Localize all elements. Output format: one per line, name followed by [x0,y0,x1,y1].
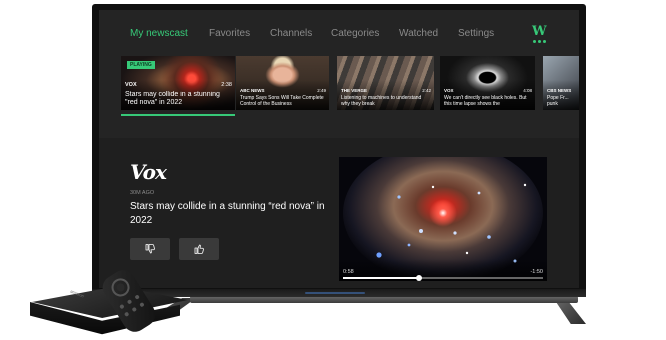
video-title: Trump Says Sons Will Take Complete Contr… [240,95,324,107]
story-time-ago: 30M AGO [130,190,155,196]
nav-item-my-newscast[interactable]: My newscast [130,28,188,39]
video-source: VOX [444,88,454,93]
product-shot: My newscast Favorites Channels Categorie… [0,0,666,340]
brand-logo-letter: W [532,24,547,39]
video-duration: 4:08 [523,88,532,93]
thumbs-down-icon [145,244,155,254]
selected-indicator [121,114,235,116]
remote-back-button [119,303,125,310]
logo-dot [533,40,536,43]
video-player[interactable]: 0:58 -1:50 [339,157,547,281]
video-card[interactable]: CBS NEWS Pope Fr... punk [543,56,579,110]
tv-screen: My newscast Favorites Channels Categorie… [99,10,579,288]
nav-item-categories[interactable]: Categories [331,28,379,39]
tv-status-light [305,292,365,294]
seek-bar[interactable] [343,275,543,281]
video-source: ABC NEWS [240,88,265,93]
brand-logo: W [530,24,548,44]
seek-bar-progress [343,277,419,279]
video-title: Listening to machines to understand why … [341,95,422,107]
seek-bar-handle[interactable] [416,275,422,281]
nav-item-settings[interactable]: Settings [458,28,494,39]
nav-item-favorites[interactable]: Favorites [209,28,250,39]
video-source: THE VERGE [341,88,368,93]
video-source: VOX [125,82,137,88]
like-button[interactable] [179,238,219,260]
story-title: Stars may collide in a stunning “red nov… [130,201,325,226]
tv-stand [190,296,578,303]
publisher-logo: Vox [130,160,167,184]
video-duration: 2:42 [422,88,431,93]
video-title: We can't directly see black holes. But t… [444,95,527,107]
remaining-time: -1:50 [530,269,543,275]
dislike-button[interactable] [130,238,170,260]
nav-item-channels[interactable]: Channels [270,28,312,39]
video-duration: 2:38 [221,82,232,88]
top-nav: My newscast Favorites Channels Categorie… [99,24,579,48]
video-card[interactable]: ABC NEWS 2:49 Trump Says Sons Will Take … [236,56,329,110]
video-source: CBS NEWS [547,88,572,93]
remote-menu-button [134,294,140,300]
thumbs-up-icon [194,244,204,254]
nav-item-watched[interactable]: Watched [399,28,438,39]
remote-home-button [126,299,133,305]
remote-forward-button [139,301,145,308]
video-title: Stars may collide in a stunning "red nov… [125,91,220,106]
logo-dot [538,40,541,43]
video-card-playing[interactable]: PLAYING VOX 2:38 Stars may collide in a … [121,56,235,110]
playing-badge: PLAYING [127,61,155,69]
remote-rewind-button [123,311,130,318]
video-title: Pope Fr... punk [547,95,569,107]
video-duration: 2:49 [317,88,326,93]
video-card[interactable]: VOX 4:08 We can't directly see black hol… [440,56,535,110]
video-card[interactable]: THE VERGE 2:42 Listening to machines to … [337,56,434,110]
remote-play-button [131,306,138,313]
elapsed-time: 0:58 [343,269,354,275]
logo-dot [543,40,546,43]
